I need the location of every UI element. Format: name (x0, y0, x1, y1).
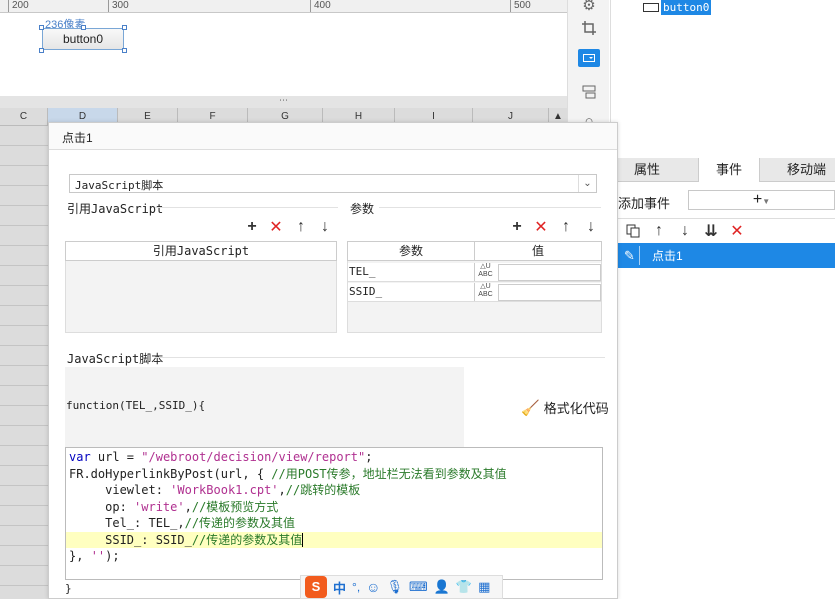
sogou-logo-icon[interactable]: S (305, 576, 327, 598)
tree-node-button0[interactable]: button0 (661, 0, 712, 15)
closing-brace: } (65, 582, 72, 595)
ime-toolbar[interactable]: S 中 °, ☺ 🎙 ⌨ 👤 👕 ▦ (300, 575, 503, 599)
code-line-3: viewlet: 'WorkBook1.cpt',//跳转的模板 (69, 483, 361, 497)
param-name: SSID_ (349, 285, 383, 298)
param-type-icon[interactable]: △U ABC (474, 263, 496, 281)
user-icon[interactable]: 👤 (434, 579, 450, 595)
ruler-tick: 300 (108, 0, 129, 12)
emoji-icon[interactable]: ☺ (366, 579, 380, 595)
splitter-grip: ⋯ (279, 95, 288, 105)
resize-handle[interactable] (81, 25, 86, 30)
add-event-label: 添加事件 (618, 196, 671, 211)
ruler-tick: 500 (510, 0, 531, 12)
event-item-label: 点击1 (652, 249, 683, 263)
script-type-select[interactable]: JavaScript脚本 ⌄ (69, 174, 597, 193)
params-header-value: 值 (474, 241, 602, 261)
script-type-value: JavaScript脚本 (75, 179, 164, 192)
chevron-down-icon: ▼ (762, 197, 771, 206)
add-param-icon[interactable]: + (508, 218, 526, 236)
code-line-2: FR.doHyperlinkByPost(url, { //用POST传参，地址… (69, 466, 507, 481)
move-bottom-icon[interactable]: ⇊ (702, 222, 720, 240)
resize-handle[interactable] (122, 48, 127, 53)
arrow-down-icon[interactable]: ↓ (316, 218, 334, 236)
event-list-item[interactable]: ✎ 点击1 (618, 243, 835, 268)
property-tabs: 属性 事件 移动端 (618, 158, 835, 183)
ref-js-section-title: 引用JavaScript (67, 202, 164, 216)
resize-handle[interactable] (122, 25, 127, 30)
ref-js-table[interactable]: 引用JavaScript (65, 241, 337, 333)
copy-icon[interactable] (624, 222, 642, 240)
ruler-tick: 400 (310, 0, 331, 12)
add-icon[interactable]: + (243, 218, 261, 236)
arrow-up-icon[interactable]: ↑ (557, 218, 575, 236)
code-line-5: Tel_: TEL_,//传递的参数及其值 (69, 516, 296, 530)
sheet-rows (0, 126, 48, 599)
section-rule (155, 207, 338, 208)
arrow-up-icon[interactable]: ↑ (650, 222, 668, 240)
grid-menu-icon[interactable]: ▦ (478, 579, 490, 595)
broom-icon: 🧹 (521, 399, 540, 417)
arrow-up-icon[interactable]: ↑ (292, 218, 310, 236)
widget-tree: button0 (610, 0, 835, 158)
column-header[interactable]: C (0, 108, 48, 126)
param-value-input[interactable] (498, 284, 601, 301)
code-line-4: op: 'write',//模板预览方式 (69, 499, 279, 514)
resize-handle[interactable] (39, 48, 44, 53)
layout-icon[interactable] (578, 81, 600, 103)
section-rule (379, 207, 601, 208)
separator (618, 218, 835, 219)
add-event-dropdown[interactable]: +▼ (688, 190, 835, 210)
params-header-name: 参数 (347, 241, 475, 261)
ref-js-table-header: 引用JavaScript (65, 241, 337, 261)
splitter[interactable]: ⋯ (0, 96, 567, 108)
tab-mobile[interactable]: 移动端 (778, 158, 835, 182)
gear-icon[interactable]: ⚙ (578, 0, 600, 16)
events-panel: 添加事件 +▼ ↑ ↓ ⇊ ✕ ✎ 点击1 (618, 182, 835, 599)
resize-handle[interactable] (39, 25, 44, 30)
arrow-down-icon[interactable]: ↓ (582, 218, 600, 236)
skin-icon[interactable]: 👕 (456, 579, 472, 595)
tab-properties[interactable]: 属性 (618, 158, 676, 182)
code-editor[interactable]: var url = "/webroot/decision/view/report… (65, 447, 603, 580)
ruler-tick: 200 (8, 0, 29, 12)
dialog-header: 点击1 (49, 123, 617, 150)
event-dialog: 点击1 JavaScript脚本 ⌄ 引用JavaScript + ✕ ↑ ↓ … (48, 122, 618, 599)
format-code-label: 格式化代码 (543, 401, 609, 416)
keyboard-icon[interactable]: ⌨ (409, 579, 428, 595)
code-line-6: SSID_: SSID_//传递的参数及其值​ (66, 531, 602, 548)
param-value-input[interactable] (498, 264, 601, 281)
param-row[interactable]: SSID_ △U ABC (348, 283, 601, 302)
chevron-down-icon[interactable]: ⌄ (578, 175, 596, 192)
canvas-button0[interactable]: button0 (42, 28, 124, 50)
code-line-7: }, ''); (69, 549, 120, 563)
button-widget-icon (643, 3, 659, 12)
delete-param-icon[interactable]: ✕ (532, 218, 550, 236)
ime-mode-label[interactable]: 中 (333, 578, 346, 597)
ime-punct[interactable]: °, (352, 580, 360, 594)
param-type-icon[interactable]: △U ABC (474, 283, 496, 301)
dialog-title: 点击1 (62, 131, 93, 145)
code-line-1: var url = "/webroot/decision/view/report… (69, 450, 373, 464)
crop-icon[interactable] (578, 17, 600, 39)
format-code-button[interactable]: 🧹 格式化代码 (521, 398, 609, 417)
params-table: 参数 值 TEL_ △U ABC SSID_ △U ABC (347, 241, 602, 333)
design-canvas[interactable]: 236像素 button0 (0, 13, 567, 96)
arrow-down-icon[interactable]: ↓ (676, 222, 694, 240)
section-rule (155, 357, 605, 358)
delete-icon[interactable]: ✕ (267, 218, 285, 236)
param-name: TEL_ (349, 265, 376, 278)
combo-widget-icon[interactable] (578, 49, 600, 67)
delete-icon[interactable]: ✕ (728, 222, 746, 240)
tab-events[interactable]: 事件 (698, 158, 760, 183)
add-event-plus: + (752, 191, 763, 208)
param-row[interactable]: TEL_ △U ABC (348, 263, 601, 282)
function-signature: function(TEL_,SSID_){ (66, 399, 206, 412)
horizontal-ruler: 200 300 400 500 (0, 0, 567, 13)
pencil-icon[interactable]: ✎ (620, 246, 640, 265)
function-header-area: function(TEL_,SSID_){ (65, 367, 464, 447)
microphone-icon[interactable]: 🎙 (386, 579, 403, 595)
script-section-title: JavaScript脚本 (67, 352, 164, 366)
params-section-title: 参数 (350, 202, 375, 216)
